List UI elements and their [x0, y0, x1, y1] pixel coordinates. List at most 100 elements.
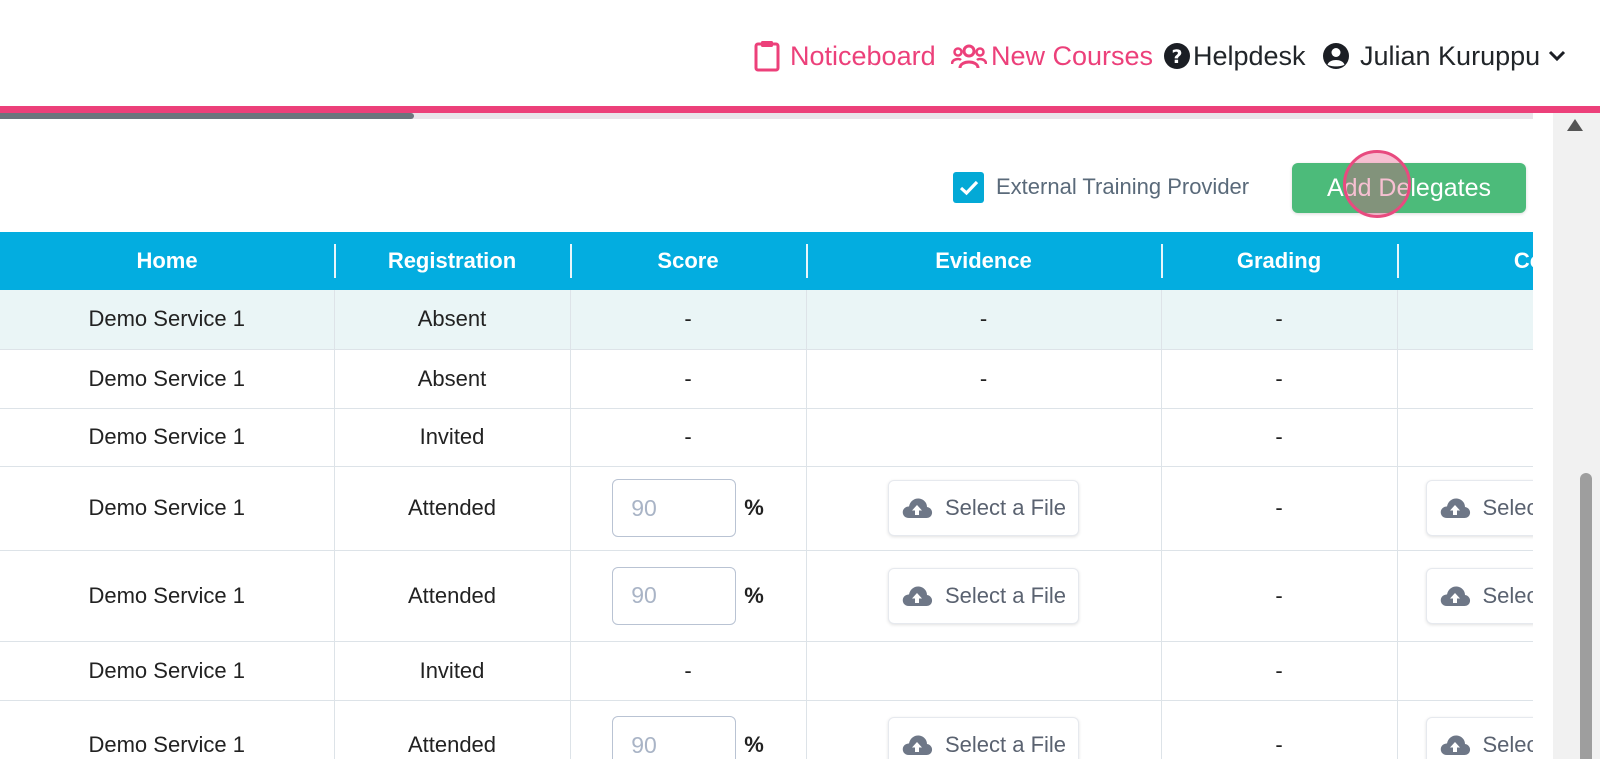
- table-header-row: Home Registration Score Evidence Grading…: [0, 232, 1533, 290]
- cell-completion: [1397, 290, 1533, 350]
- cloud-upload-icon: [1440, 585, 1470, 606]
- cell-grading: -: [1161, 466, 1398, 551]
- header-score[interactable]: Score: [570, 232, 806, 290]
- cell-registration: Invited: [334, 641, 571, 701]
- cell-registration: Attended: [334, 550, 571, 642]
- delegates-table: Home Registration Score Evidence Grading…: [0, 232, 1533, 759]
- table-row: Demo Service 1 Attended 90 % Select a Fi…: [0, 700, 1533, 759]
- noticeboard-label: Noticeboard: [790, 40, 936, 71]
- table-row: Demo Service 1 Invited - -: [0, 641, 1533, 701]
- cell-home: Demo Service 1: [0, 641, 335, 701]
- cell-completion: [1397, 408, 1533, 467]
- cell-grading: -: [1161, 290, 1398, 350]
- cell-score: -: [570, 349, 807, 409]
- user-name: Julian Kuruppu: [1360, 40, 1541, 71]
- external-training-provider-label: External Training Provider: [996, 174, 1250, 199]
- completion-select-file-button[interactable]: Selec: [1425, 567, 1534, 624]
- cell-registration: Invited: [334, 408, 571, 467]
- score-percent-label: %: [744, 732, 764, 757]
- header-grading[interactable]: Grading: [1161, 232, 1397, 290]
- header-accent-bar: [0, 106, 1600, 113]
- cell-evidence: -: [806, 349, 1162, 409]
- cell-score: -: [570, 408, 807, 467]
- cell-home: Demo Service 1: [0, 700, 335, 759]
- users-icon: [951, 42, 987, 70]
- svg-text:?: ?: [1171, 46, 1182, 68]
- header-evidence[interactable]: Evidence: [806, 232, 1161, 290]
- helpdesk-link[interactable]: ? Helpdesk: [1163, 36, 1306, 76]
- cloud-upload-icon: [902, 735, 933, 755]
- cell-completion: [1397, 349, 1533, 409]
- table-row: Demo Service 1 Absent - - -: [0, 349, 1533, 409]
- progress-bar: [0, 113, 1533, 119]
- table-row: Demo Service 1 Invited - -: [0, 408, 1533, 467]
- cell-evidence: Select a File: [806, 700, 1162, 759]
- evidence-select-file-button[interactable]: Select a File: [887, 717, 1080, 759]
- noticeboard-link[interactable]: Noticeboard: [754, 36, 936, 76]
- evidence-select-file-button[interactable]: Select a File: [887, 480, 1080, 536]
- evidence-select-file-button[interactable]: Select a File: [887, 567, 1080, 624]
- select-file-label: Select a File: [944, 582, 1067, 608]
- cell-evidence: Select a File: [806, 550, 1162, 642]
- cell-completion: Selec: [1397, 550, 1534, 642]
- cell-completion: [1397, 641, 1533, 701]
- scroll-up-arrow-icon[interactable]: [1567, 119, 1583, 131]
- score-input[interactable]: 90: [612, 716, 737, 759]
- progress-fill: [0, 113, 414, 119]
- delegates-table-container: Home Registration Score Evidence Grading…: [0, 232, 1533, 759]
- top-navigation: Noticeboard New Courses ? Helpdesk Julia…: [0, 0, 1600, 106]
- cloud-upload-icon: [1440, 498, 1470, 518]
- select-file-label: Select a File: [944, 495, 1067, 520]
- cell-registration: Attended: [334, 466, 571, 551]
- completion-select-file-button[interactable]: Selec: [1425, 480, 1534, 536]
- cloud-upload-icon: [1440, 735, 1470, 755]
- cell-evidence: [806, 408, 1162, 467]
- new-courses-link[interactable]: New Courses: [951, 36, 1153, 76]
- chevron-down-icon: [1548, 50, 1566, 62]
- new-courses-label: New Courses: [991, 40, 1154, 71]
- select-file-label: Select a File: [944, 732, 1067, 757]
- cell-completion: Selec: [1397, 700, 1533, 759]
- cell-home: Demo Service 1: [0, 349, 335, 409]
- scroll-thumb[interactable]: [1580, 473, 1592, 759]
- cloud-upload-icon: [902, 498, 933, 518]
- checkmark-icon: [959, 180, 978, 195]
- score-percent-label: %: [744, 582, 764, 608]
- cell-score: 90 %: [570, 700, 807, 759]
- user-avatar-icon: [1322, 42, 1350, 70]
- cell-grading: -: [1161, 408, 1398, 467]
- select-file-label: Selec: [1482, 495, 1534, 520]
- cell-evidence: Select a File: [806, 466, 1162, 551]
- cell-evidence: -: [806, 290, 1162, 350]
- select-file-label: Selec: [1482, 582, 1534, 608]
- header-registration[interactable]: Registration: [334, 232, 570, 290]
- helpdesk-label: Helpdesk: [1193, 40, 1306, 71]
- external-training-provider-checkbox[interactable]: [953, 172, 984, 203]
- cell-home: Demo Service 1: [0, 290, 335, 350]
- score-input[interactable]: 90: [612, 479, 737, 537]
- cell-evidence: [806, 641, 1162, 701]
- header-completion[interactable]: Co: [1397, 232, 1533, 290]
- completion-select-file-button[interactable]: Selec: [1425, 717, 1534, 759]
- score-input[interactable]: 90: [612, 566, 737, 625]
- vertical-scrollbar[interactable]: [1553, 113, 1600, 759]
- cell-home: Demo Service 1: [0, 466, 335, 551]
- cell-grading: -: [1161, 700, 1398, 759]
- cell-score: -: [570, 290, 807, 350]
- cell-grading: -: [1161, 641, 1398, 701]
- table-row: Demo Service 1 Absent - - -: [0, 290, 1533, 350]
- user-menu[interactable]: Julian Kuruppu: [1322, 36, 1566, 76]
- table-row: Demo Service 1 Attended 90 % Select a Fi…: [0, 466, 1534, 551]
- header-home[interactable]: Home: [0, 232, 334, 290]
- cloud-upload-icon: [902, 585, 933, 606]
- cell-completion: Selec: [1397, 466, 1534, 551]
- clipboard-icon: [754, 40, 780, 72]
- cell-registration: Attended: [334, 700, 571, 759]
- cell-home: Demo Service 1: [0, 408, 335, 467]
- select-file-label: Selec: [1482, 732, 1534, 757]
- add-delegates-button[interactable]: Add Delegates: [1292, 163, 1526, 213]
- cell-grading: -: [1161, 550, 1398, 642]
- cell-home: Demo Service 1: [0, 550, 335, 642]
- table-row: Demo Service 1 Attended 90 % Select a Fi…: [0, 550, 1534, 642]
- cell-registration: Absent: [334, 349, 571, 409]
